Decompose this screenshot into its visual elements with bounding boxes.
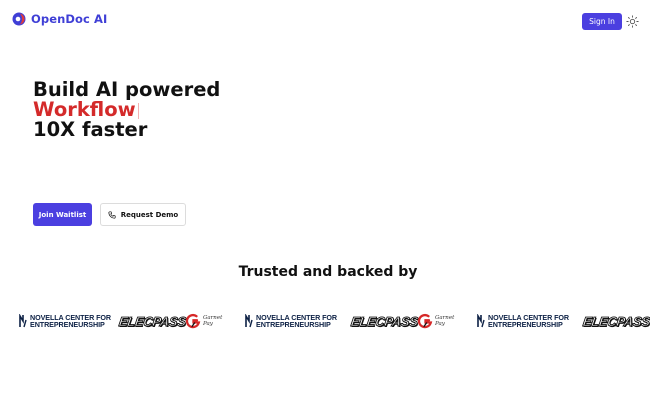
hero-line-accent: Workflow — [33, 97, 139, 121]
request-demo-button[interactable]: Request Demo — [100, 203, 186, 226]
garnet-pay-logo: Garnet Pay — [185, 308, 222, 334]
novella-line-2: ENTREPRENEURSHIP — [256, 320, 331, 329]
garnet-pay-emblem-icon — [185, 313, 201, 329]
sign-in-button[interactable]: Sign In — [582, 13, 622, 30]
elecpass-logo: ELECPASS — [581, 308, 650, 334]
garnet-line-2: Pay — [435, 321, 445, 327]
garnet-line-2: Pay — [203, 321, 213, 327]
novella-emblem-icon — [245, 314, 253, 328]
elecpass-wordmark: ELECPASS — [349, 313, 419, 329]
partner-logo-strip: NOVELLA CENTER FOR ENTREPRENEURSHIP ELEC… — [0, 308, 650, 334]
request-demo-label: Request Demo — [120, 210, 179, 219]
novella-line-2: ENTREPRENEURSHIP — [30, 320, 105, 329]
novella-emblem-icon — [19, 314, 27, 328]
sun-icon[interactable] — [626, 15, 639, 28]
novella-center-logo: NOVELLA CENTER FOR ENTREPRENEURSHIP — [477, 308, 569, 334]
site-header: OpenDoc AI Sign In — [0, 0, 650, 40]
phone-icon — [108, 210, 116, 219]
elecpass-logo: ELECPASS — [117, 308, 187, 334]
novella-emblem-icon — [477, 314, 485, 328]
hero-heading: Build AI powered Workflow 10X faster — [33, 80, 220, 139]
brand-link[interactable]: OpenDoc AI — [12, 12, 107, 26]
novella-center-logo: NOVELLA CENTER FOR ENTREPRENEURSHIP — [19, 308, 111, 334]
elecpass-wordmark: ELECPASS — [581, 313, 650, 329]
typing-caret — [137, 102, 139, 119]
garnet-pay-emblem-icon — [417, 313, 433, 329]
opendoc-logo-icon — [12, 12, 26, 26]
novella-line-2: ENTREPRENEURSHIP — [488, 320, 563, 329]
elecpass-logo: ELECPASS — [349, 308, 419, 334]
elecpass-wordmark: ELECPASS — [117, 313, 187, 329]
hero-rotating-word: Workflow — [33, 97, 136, 121]
brand-name: OpenDoc AI — [31, 12, 108, 26]
garnet-pay-logo: Garnet Pay — [417, 308, 454, 334]
novella-center-logo: NOVELLA CENTER FOR ENTREPRENEURSHIP — [245, 308, 337, 334]
hero-line-3: 10X faster — [33, 117, 148, 141]
trusted-heading: Trusted and backed by — [238, 264, 418, 280]
join-waitlist-button[interactable]: Join Waitlist — [33, 203, 92, 226]
